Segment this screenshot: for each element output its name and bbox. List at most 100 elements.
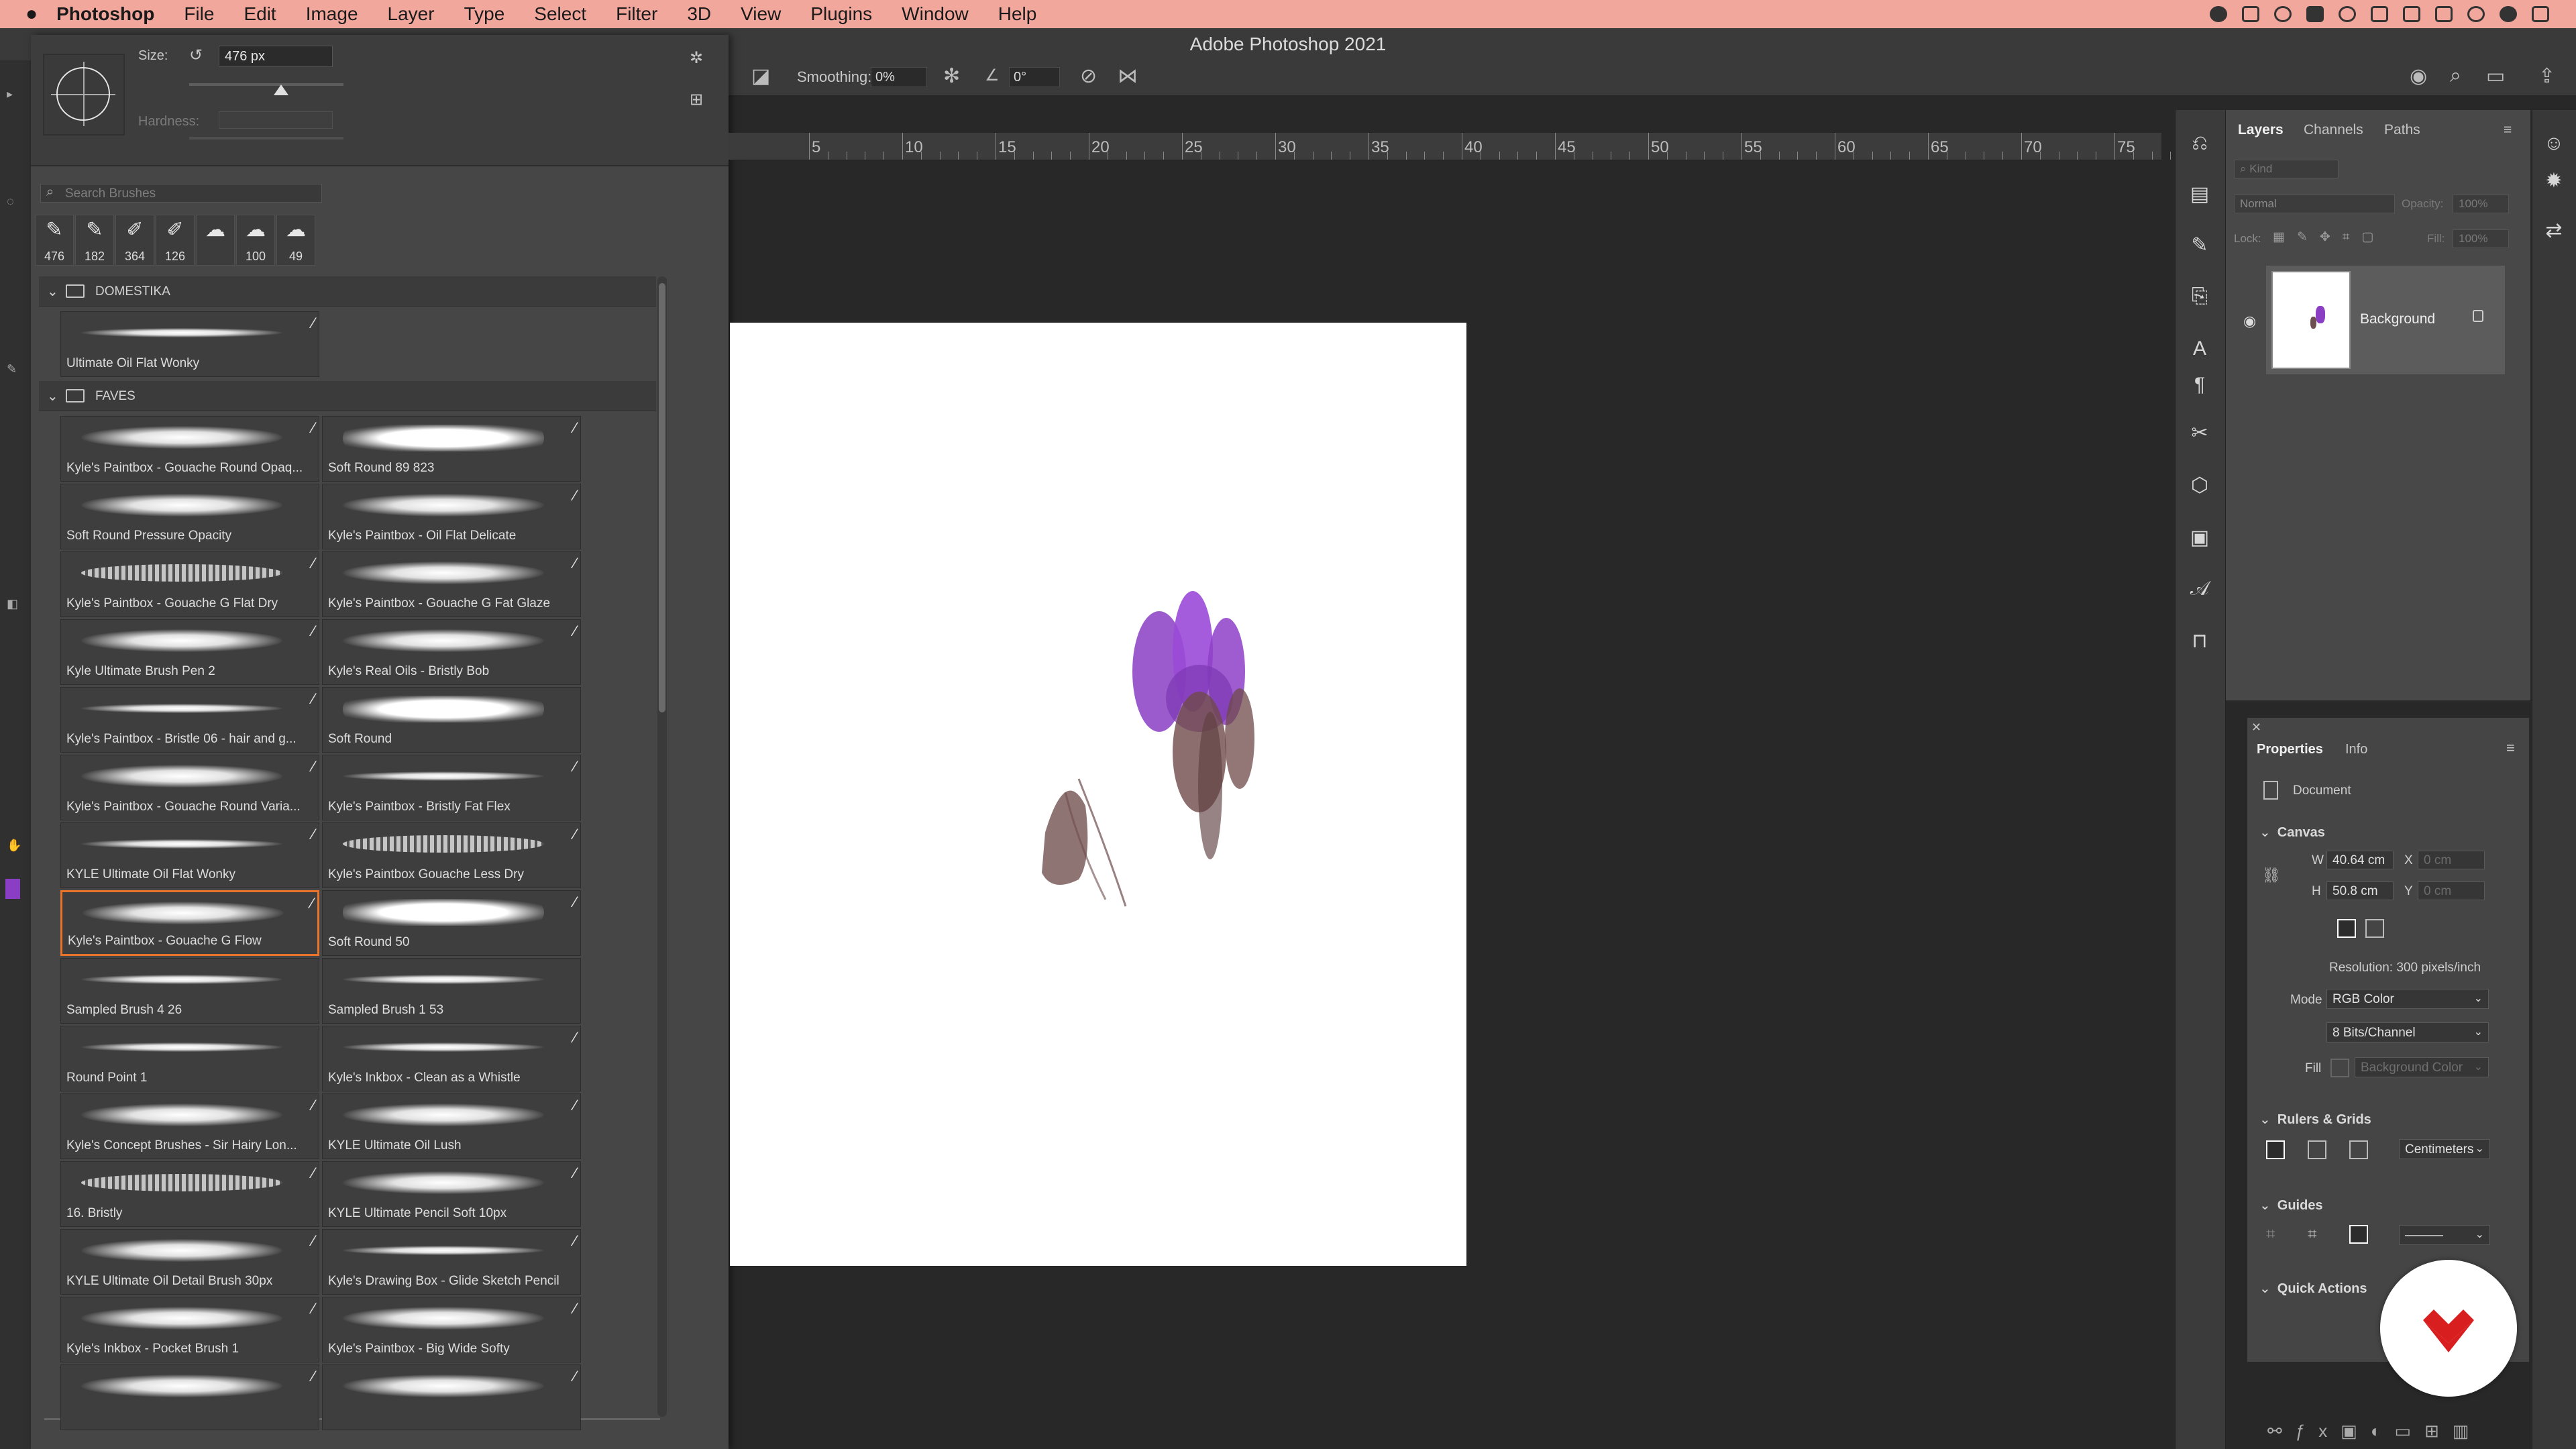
portrait-orientation-icon[interactable] <box>2337 919 2356 938</box>
creative-cloud-icon[interactable] <box>2210 6 2227 22</box>
canvas-section-header[interactable]: ⌄ Canvas <box>2259 824 2325 841</box>
smart-guides-icon[interactable] <box>2349 1225 2368 1244</box>
dropbox-icon[interactable] <box>2306 6 2324 22</box>
wifi-icon[interactable] <box>2371 6 2388 22</box>
tool-presets-icon[interactable]: ✂ <box>2186 420 2213 447</box>
brush-preset[interactable]: Sampled Brush 4 26 <box>60 958 319 1024</box>
ruler-units-select[interactable]: Centimeters ⌄ <box>2399 1139 2490 1159</box>
brush-preset[interactable]: ⁄ Kyle's Paintbox Gouache Less Dry <box>322 822 581 888</box>
airplay-icon[interactable] <box>2403 6 2420 22</box>
panel-menu-icon[interactable]: ≡ <box>2504 122 2512 138</box>
character-icon[interactable]: A <box>2186 335 2213 362</box>
tab-properties[interactable]: Properties <box>2257 742 2323 757</box>
height-field[interactable]: 50.8 cm <box>2326 881 2394 900</box>
recent-brush[interactable]: ✐ 126 <box>156 215 195 266</box>
smoothing-gear-icon[interactable]: ✻ <box>943 64 960 88</box>
brush-preset[interactable]: ⁄ Kyle's Paintbox - Gouache G Flow <box>60 890 319 956</box>
brush-preset[interactable]: Round Point 1 <box>60 1026 319 1091</box>
recent-brush[interactable]: ☁ <box>196 215 235 266</box>
menu-edit[interactable]: Edit <box>244 3 276 25</box>
brush-preset[interactable]: ⁄ Soft Round 89 823 <box>322 416 581 482</box>
brush-preset[interactable]: ⁄ Kyle's Concept Brushes - Sir Hairy Lon.… <box>60 1093 319 1159</box>
brush-preset[interactable]: ⁄ Kyle's Paintbox - Gouache G Flat Dry <box>60 551 319 617</box>
tab-layers[interactable]: Layers <box>2238 122 2284 138</box>
menu-3d[interactable]: 3D <box>687 3 711 25</box>
volume-icon[interactable] <box>2435 6 2453 22</box>
angle-field[interactable]: 0° <box>1009 67 1060 87</box>
layer-row-background[interactable]: Background <box>2266 266 2505 374</box>
menu-window[interactable]: Window <box>902 3 969 25</box>
brush-preset[interactable]: ⁄ Soft Round 50 <box>322 890 581 956</box>
3d-icon[interactable]: ⬡ <box>2186 472 2213 499</box>
reset-size-icon[interactable]: ↺ <box>189 46 203 65</box>
tab-channels[interactable]: Channels <box>2304 122 2363 138</box>
recent-brush[interactable]: ✎ 476 <box>35 215 74 266</box>
fill-select[interactable]: Background Color ⌄ <box>2355 1057 2489 1077</box>
clone-source-icon[interactable]: ⎘ <box>2186 283 2213 310</box>
brush-preset[interactable]: ⁄ KYLE Ultimate Oil Detail Brush 30px <box>60 1229 319 1295</box>
guides-section-header[interactable]: ⌄ Guides <box>2259 1197 2323 1214</box>
layer-kind-filter[interactable]: ⌕ Kind <box>2234 160 2339 178</box>
y-field[interactable]: 0 cm <box>2418 881 2485 900</box>
move-tool-icon[interactable]: ▸ <box>7 87 13 101</box>
lasso-tool-icon[interactable]: ◌ <box>7 195 14 209</box>
brush-preset[interactable]: ⁄ 16. Bristly <box>60 1161 319 1227</box>
symmetry-icon[interactable]: ⋈ <box>1118 64 1138 88</box>
paragraph-icon[interactable]: ¶ <box>2186 372 2213 398</box>
fill-field[interactable]: 100% <box>2453 229 2509 248</box>
plugin-icon[interactable]: ⊓ <box>2186 628 2213 655</box>
brush-search-input[interactable]: ⌕ Search Brushes <box>40 184 322 203</box>
brush-group-domestika[interactable]: ⌄ DOMESTIKA <box>39 276 656 307</box>
lock-icons[interactable]: ▦✎✥⌗▢ <box>2273 229 2385 245</box>
brush-tool-icon[interactable]: ✎ <box>7 362 17 376</box>
brush-preset[interactable]: ⁄ Kyle's Paintbox - Gouache Round Varia..… <box>60 755 319 820</box>
hardness-slider[interactable] <box>189 137 343 140</box>
menu-select[interactable]: Select <box>534 3 586 25</box>
brush-preset[interactable]: ⁄ Kyle's Real Oils - Bristly Bob <box>322 619 581 685</box>
layer-visibility-eye-icon[interactable]: ◉ <box>2243 313 2256 330</box>
tab-info[interactable]: Info <box>2345 742 2367 757</box>
menu-view[interactable]: View <box>741 3 781 25</box>
share-icon[interactable]: ⇪ <box>2538 64 2555 88</box>
brush-preset[interactable]: ⁄ KYLE Ultimate Pencil Soft 10px <box>322 1161 581 1227</box>
rulers-grids-section-header[interactable]: ⌄ Rulers & Grids <box>2259 1111 2371 1128</box>
recent-brush[interactable]: ✐ 364 <box>115 215 154 266</box>
landscape-orientation-icon[interactable] <box>2365 919 2384 938</box>
brush-preset[interactable]: ⁄ Kyle's Paintbox - Gouache Round Opaq... <box>60 416 319 482</box>
menu-plugins[interactable]: Plugins <box>810 3 872 25</box>
ruler-toggle-icon[interactable] <box>2266 1140 2285 1159</box>
brush-preset[interactable]: ⁄ <box>322 1364 581 1430</box>
properties-icon[interactable]: ▣ <box>2186 525 2213 551</box>
brush-group-faves[interactable]: ⌄ FAVES <box>39 381 656 411</box>
link-chain-icon[interactable]: ⛓ <box>2262 867 2281 884</box>
guide-layout-icon[interactable]: ⌗ <box>2308 1225 2326 1244</box>
brush-settings-icon[interactable]: ▤ <box>2186 181 2213 208</box>
quick-actions-section-header[interactable]: ⌄ Quick Actions <box>2259 1280 2367 1297</box>
menu-filter[interactable]: Filter <box>616 3 657 25</box>
guide-style-select[interactable]: ——— ⌄ <box>2399 1225 2490 1245</box>
brush-preset[interactable]: ⁄ Kyle's Paintbox - Gouache G Fat Glaze <box>322 551 581 617</box>
size-input[interactable]: 476 px <box>219 46 333 67</box>
menu-image[interactable]: Image <box>306 3 358 25</box>
brush-list-scrollbar[interactable] <box>657 276 667 1417</box>
pressure-size-icon[interactable]: ⊘ <box>1080 64 1097 88</box>
brushes-icon[interactable]: ✎ <box>2186 232 2213 259</box>
layers-footer-icons[interactable]: ⚯ƒx▣◐▭⊞▥ <box>2267 1421 2482 1442</box>
brush-preset[interactable]: ⁄ KYLE Ultimate Oil Flat Wonky <box>60 822 319 888</box>
record-icon[interactable] <box>2274 6 2292 22</box>
brush-preset[interactable]: ⁄ Kyle's Paintbox - Oil Flat Delicate <box>322 484 581 549</box>
learn-icon[interactable]: ☺ <box>2540 130 2567 157</box>
menu-help[interactable]: Help <box>998 3 1037 25</box>
brush-preset[interactable]: ⁄ KYLE Ultimate Oil Lush <box>322 1093 581 1159</box>
opacity-field[interactable]: 100% <box>2453 195 2509 213</box>
brush-preset[interactable]: ⁄ Kyle's Paintbox - Bristly Fat Flex <box>322 755 581 820</box>
blend-mode-select[interactable]: Normal <box>2234 195 2395 213</box>
hand-tool-icon[interactable]: ✋ <box>7 839 21 853</box>
grid-toggle-icon[interactable] <box>2308 1140 2326 1159</box>
tab-paths[interactable]: Paths <box>2384 122 2420 138</box>
apple-icon[interactable]: ● <box>25 3 38 25</box>
fill-swatch[interactable] <box>2330 1059 2349 1077</box>
pixel-grid-icon[interactable] <box>2349 1140 2368 1159</box>
brush-preset[interactable]: ⁄ Kyle's Paintbox - Big Wide Softy <box>322 1297 581 1362</box>
glyphs-icon[interactable]: 𝒜 <box>2186 576 2213 602</box>
